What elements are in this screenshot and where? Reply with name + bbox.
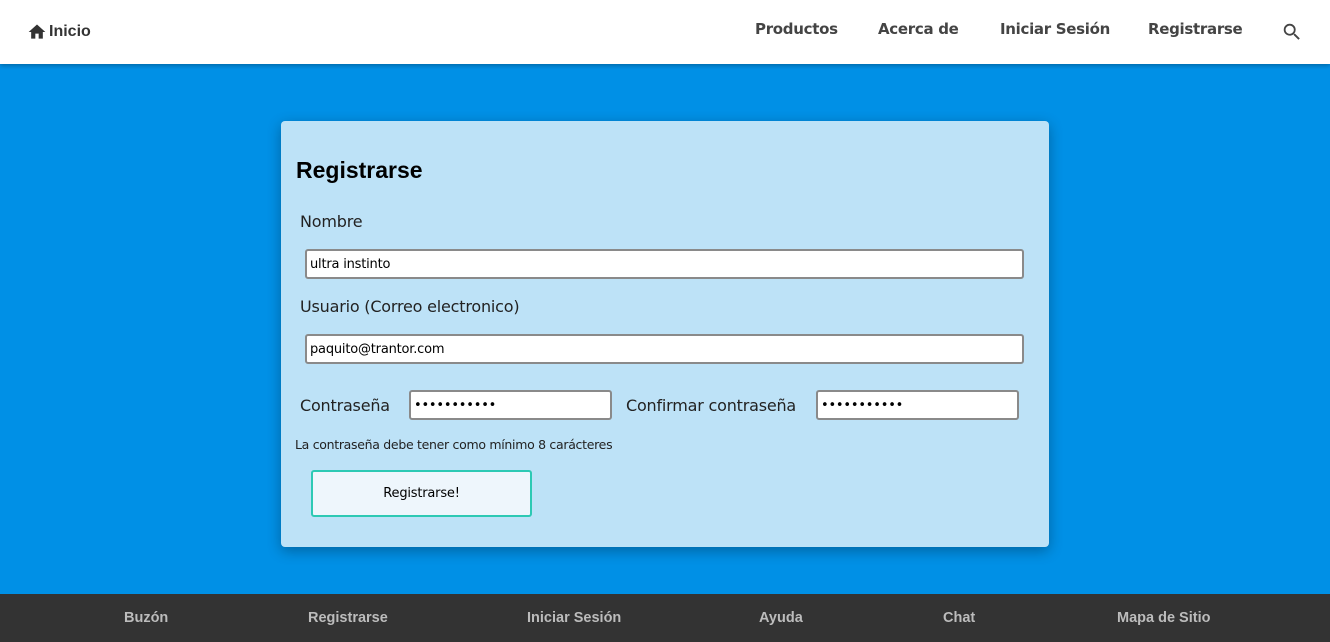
password-input[interactable] [409,390,612,420]
nombre-label: Nombre [300,212,363,231]
nombre-input[interactable] [305,249,1024,279]
footer-link-iniciar-sesion[interactable]: Iniciar Sesión [527,610,621,626]
register-submit-button[interactable]: Registrarse! [311,470,532,517]
confirm-password-label: Confirmar contraseña [626,396,797,415]
footer-link-ayuda[interactable]: Ayuda [759,610,803,626]
confirm-password-input[interactable] [816,390,1019,420]
nav-item-productos[interactable]: Productos [755,20,838,40]
nav-item-acerca-de[interactable]: Acerca de [878,20,959,40]
password-hint: La contraseña debe tener como mínimo 8 c… [295,437,613,452]
footer-link-mapa-de-sitio[interactable]: Mapa de Sitio [1117,610,1210,626]
email-input[interactable] [305,334,1024,364]
nav-item-iniciar-sesion[interactable]: Iniciar Sesión [1000,20,1110,40]
footer-link-chat[interactable]: Chat [943,610,975,626]
search-button[interactable] [1281,21,1303,43]
footer: Buzón Registrarse Iniciar Sesión Ayuda C… [0,594,1330,642]
register-card: Registrarse Nombre Usuario (Correo elect… [281,121,1049,547]
password-label: Contraseña [300,396,390,415]
nav-item-registrarse[interactable]: Registrarse [1148,20,1243,40]
home-label: Inicio [49,23,91,40]
usuario-label: Usuario (Correo electronico) [300,297,520,316]
footer-link-registrarse[interactable]: Registrarse [308,610,388,626]
home-icon [27,22,47,42]
page-title: Registrarse [296,157,423,183]
search-icon [1281,21,1303,43]
footer-link-buzon[interactable]: Buzón [124,610,168,626]
top-navbar: Inicio Productos Acerca de Iniciar Sesió… [0,0,1330,64]
home-link[interactable]: Inicio [27,21,91,43]
